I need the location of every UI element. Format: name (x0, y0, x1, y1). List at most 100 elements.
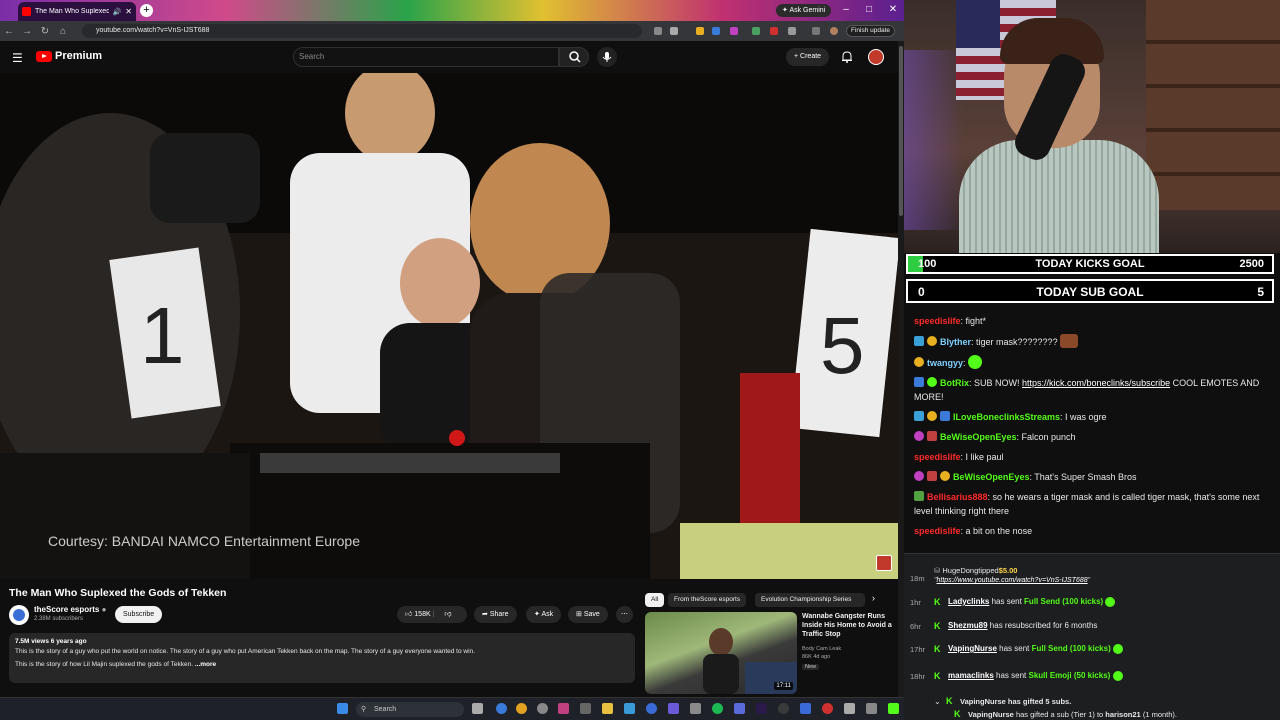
extension-icon[interactable] (730, 27, 738, 35)
chrome-icon[interactable] (516, 703, 527, 714)
tip-username[interactable]: HugeDong (942, 566, 978, 575)
event-username[interactable]: Shezmu89 (948, 621, 988, 630)
spotify-icon[interactable] (712, 703, 723, 714)
app-icon[interactable] (668, 703, 679, 714)
premiere-icon[interactable] (756, 703, 767, 714)
forward-icon[interactable]: → (18, 26, 36, 37)
home-icon[interactable]: ⌂ (54, 26, 72, 37)
chip-from-channel[interactable]: From theScore esports (668, 593, 747, 607)
gift-recipient[interactable]: harison21 (1105, 710, 1140, 719)
chat-username[interactable]: Bellisarius888 (927, 492, 988, 502)
subscribe-link[interactable]: https://kick.com/boneclinks/subscribe (1022, 378, 1170, 388)
install-icon[interactable] (654, 27, 662, 35)
chat-message: speedislife: I like paul (914, 452, 1004, 462)
share-button[interactable]: ➦ Share (474, 606, 517, 623)
description-box[interactable]: 7.5M views 6 years ago This is the story… (9, 633, 635, 683)
extension-icon[interactable] (752, 27, 760, 35)
more-actions-button[interactable]: ⋯ (616, 606, 633, 623)
tip-message-link[interactable]: https://www.youtube.com/watch?v=VnS-IJST… (937, 577, 1088, 584)
subscribe-button[interactable]: Subscribe (115, 606, 163, 623)
chevron-right-icon[interactable]: › (872, 593, 875, 603)
chat-username[interactable]: twangyy (927, 358, 963, 368)
app-icon[interactable] (690, 703, 701, 714)
chat-username[interactable]: speedislife (914, 316, 961, 326)
kick-logo-icon: K (934, 671, 941, 681)
verified-badge-icon (927, 377, 937, 387)
chat-username[interactable]: BeWiseOpenEyes (940, 432, 1016, 442)
youtube-logo[interactable]: Premium (36, 50, 102, 62)
page-scrollbar-thumb[interactable] (899, 46, 903, 216)
thumbs-down-icon[interactable]: 👎︎ (444, 611, 451, 618)
mute-icon[interactable]: 🔊 (113, 8, 122, 16)
windows-start-icon[interactable] (337, 703, 348, 714)
profile-avatar-icon[interactable] (830, 27, 838, 35)
related-video-title[interactable]: Wannabe Gangster Runs Inside His Home to… (802, 612, 894, 639)
event-username[interactable]: VapingNurse (948, 644, 997, 653)
event-username[interactable]: VapingNurse (968, 710, 1014, 719)
channel-name[interactable]: theScore esports ● (34, 605, 106, 614)
chat-username[interactable]: Blyther (940, 337, 971, 347)
chat-username[interactable]: speedislife (914, 526, 961, 536)
reload-icon[interactable]: ↻ (36, 26, 54, 37)
show-more-link[interactable]: ...more (195, 661, 216, 668)
ask-gemini-button[interactable]: ✦ Ask Gemini (776, 4, 832, 17)
video-player[interactable]: 1 5 Courtesy: BANDAI NAMCO Entertainment… (0, 73, 898, 579)
chat-username[interactable]: BeWiseOpenEyes (953, 472, 1029, 482)
url-field[interactable]: youtube.com/watch?v=VnS-IJST688 (82, 24, 642, 38)
voice-search-button[interactable] (597, 47, 617, 67)
close-window-icon[interactable]: ✕ (886, 4, 900, 15)
chip-all[interactable]: All (645, 593, 665, 607)
kicks-goal-bar: 100 TODAY KICKS GOAL 2500 (906, 254, 1274, 274)
browser-tab-youtube[interactable]: The Man Who Suplexed the 🔊 ✕ (18, 2, 136, 21)
app-icon[interactable] (800, 703, 811, 714)
save-button[interactable]: ⊞ Save (568, 606, 608, 623)
notifications-bell-icon[interactable] (840, 50, 854, 64)
app-icon[interactable] (778, 703, 789, 714)
app-icon[interactable] (734, 703, 745, 714)
new-tab-button[interactable]: + (140, 4, 153, 17)
minimize-icon[interactable]: – (839, 4, 853, 15)
chat-username[interactable]: BotRix (940, 378, 969, 388)
channel-watermark-icon[interactable] (876, 555, 892, 571)
sidebar-icon[interactable] (812, 27, 820, 35)
bookmark-star-icon[interactable] (670, 27, 678, 35)
ask-button[interactable]: ✦ Ask (526, 606, 562, 623)
app-icon[interactable] (580, 703, 591, 714)
task-view-icon[interactable] (472, 703, 483, 714)
finish-update-button[interactable]: Finish update (846, 25, 896, 37)
channel-avatar[interactable] (9, 605, 29, 625)
telegram-icon[interactable] (624, 703, 635, 714)
related-video-thumbnail[interactable]: 17:11 (645, 612, 797, 694)
file-explorer-icon[interactable] (602, 703, 613, 714)
streamer-body (959, 140, 1159, 253)
taskbar-search[interactable]: ⚲ Search (356, 702, 464, 717)
app-icon[interactable] (537, 703, 548, 714)
event-username[interactable]: Ladyclinks (948, 597, 989, 606)
account-avatar[interactable] (868, 49, 884, 65)
chip-topic[interactable]: Evolution Championship Series (755, 593, 865, 607)
extension-icon[interactable] (712, 27, 720, 35)
kick-app-icon[interactable] (888, 703, 899, 714)
create-button[interactable]: + Create (786, 48, 830, 66)
hamburger-menu-icon[interactable]: ☰ (12, 51, 23, 65)
edge-icon[interactable] (496, 703, 507, 714)
close-tab-icon[interactable]: ✕ (125, 7, 132, 16)
search-button[interactable] (559, 47, 589, 67)
extension-icon[interactable] (770, 27, 778, 35)
event-username[interactable]: mamaclinks (948, 671, 994, 680)
app-icon[interactable] (646, 703, 657, 714)
app-icon[interactable] (866, 703, 877, 714)
stream-chat: speedislife: fight* Blyther: tiger mask?… (904, 306, 1280, 550)
obs-icon[interactable] (558, 703, 569, 714)
like-button[interactable]: 👍︎ 158K | 👎︎ (397, 606, 467, 623)
extensions-puzzle-icon[interactable] (788, 27, 796, 35)
app-icon[interactable] (822, 703, 833, 714)
back-icon[interactable]: ← (0, 26, 18, 37)
search-input[interactable]: Search (293, 47, 559, 67)
maximize-icon[interactable]: □ (862, 4, 876, 15)
chat-username[interactable]: speedislife (914, 452, 961, 462)
chat-message: Blyther: tiger mask???????? (914, 334, 1270, 349)
app-icon[interactable] (844, 703, 855, 714)
extension-icon[interactable] (696, 27, 704, 35)
chat-username[interactable]: ILoveBoneclinksStreams (953, 412, 1060, 422)
